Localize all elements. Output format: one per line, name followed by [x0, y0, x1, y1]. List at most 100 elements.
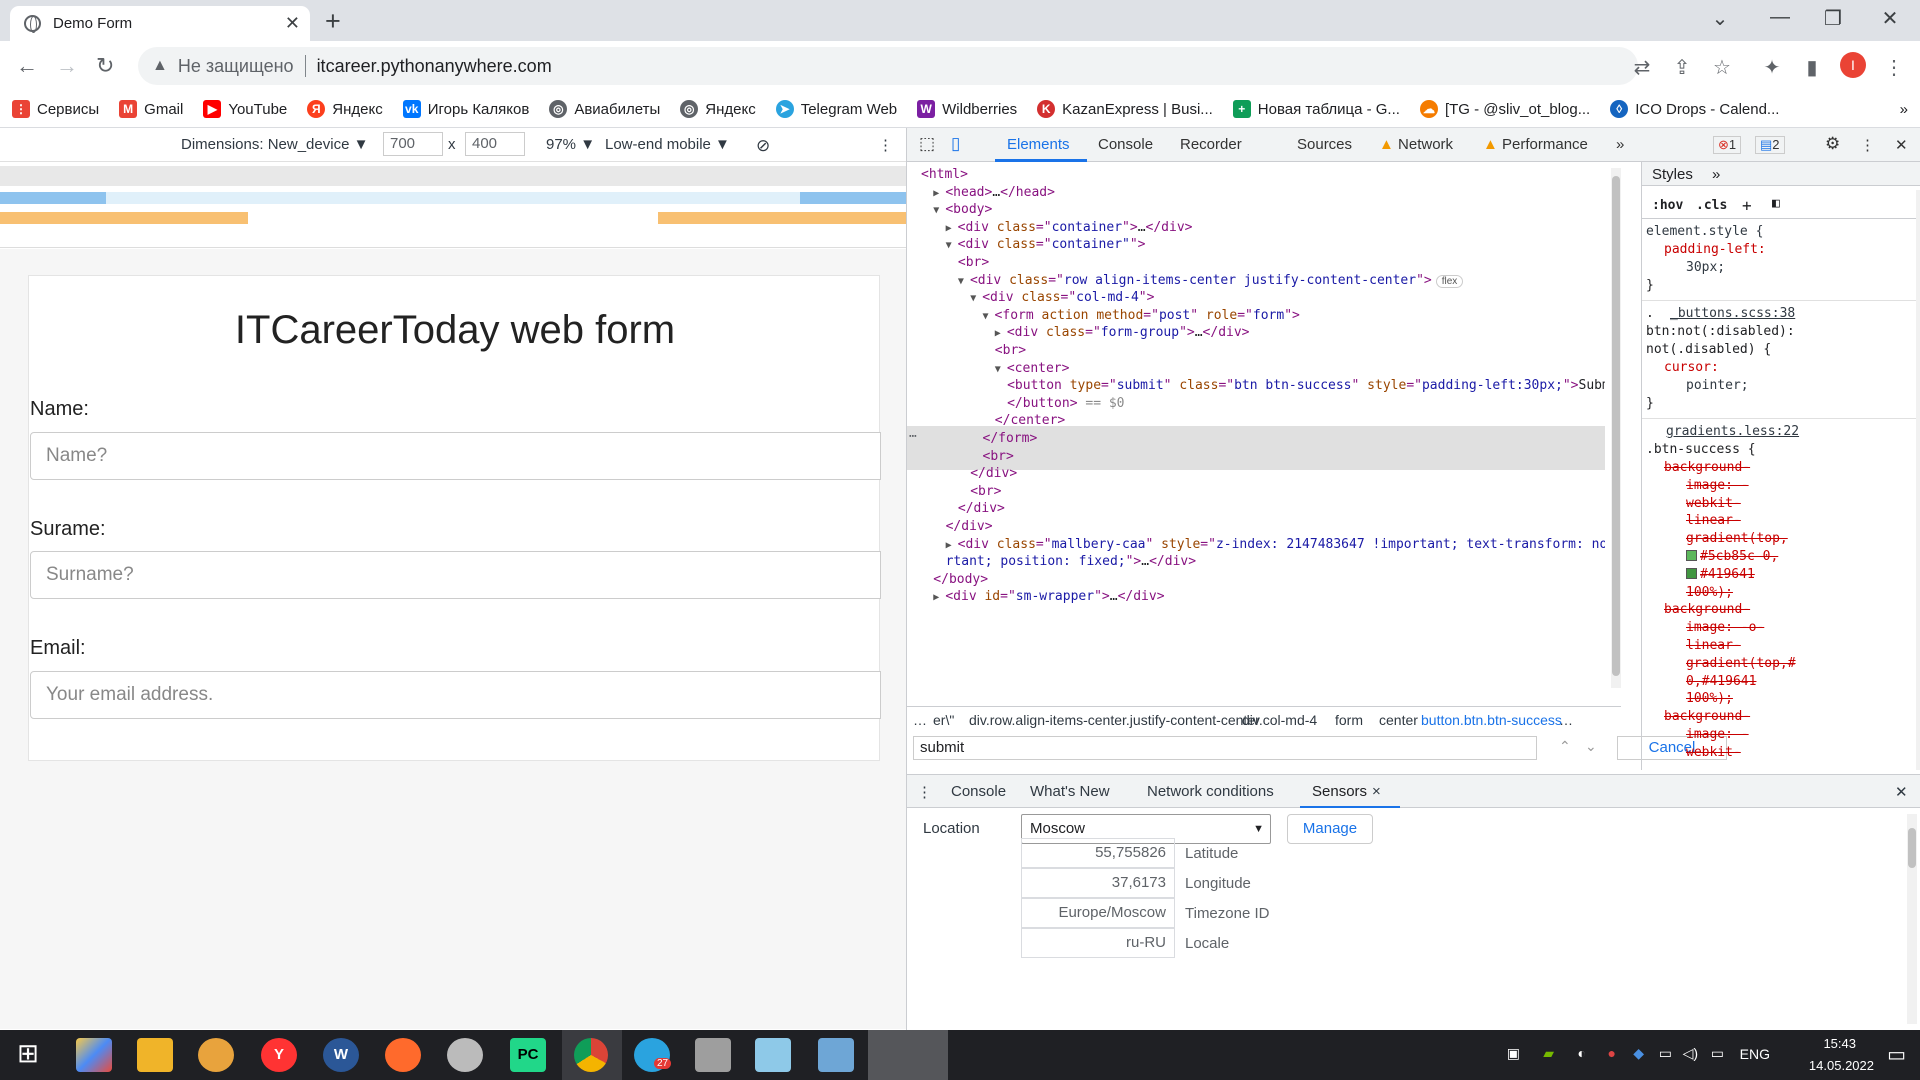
tab-elements[interactable]: Elements — [1007, 136, 1070, 153]
rotate-icon[interactable]: ⊘ — [756, 136, 770, 156]
expand-arrow-icon[interactable]: ▶ — [946, 223, 958, 234]
drawer-tab-whats-new[interactable]: What's New — [1030, 783, 1110, 800]
forward-button[interactable]: → — [56, 53, 78, 79]
expand-arrow-icon[interactable]: ▶ — [933, 188, 945, 199]
bookmark-item[interactable]: ◎ Авиабилеты — [549, 100, 660, 118]
notifications-icon[interactable]: ▭ — [1887, 1042, 1906, 1067]
breadcrumb-item[interactable]: … — [1559, 712, 1573, 728]
css-property[interactable]: padding-left: — [1664, 242, 1766, 257]
pycharm-icon[interactable]: PC — [510, 1038, 546, 1072]
device-height-input[interactable]: 400 — [465, 132, 525, 156]
overridden-css-line[interactable]: #419641 — [1686, 567, 1755, 582]
css-value[interactable]: pointer; — [1686, 378, 1749, 393]
overridden-css-line[interactable]: webkit- — [1686, 496, 1741, 511]
device-toggle-icon[interactable]: ▯ — [951, 134, 960, 154]
bookmark-item[interactable]: vk Игорь Каляков — [402, 100, 529, 118]
media-query-segment[interactable] — [0, 212, 248, 224]
bookmark-item[interactable]: ◎ Яндекс — [680, 100, 756, 118]
tab-styles[interactable]: Styles — [1652, 166, 1693, 183]
expand-arrow-icon[interactable]: ▼ — [958, 276, 970, 287]
yandex-browser-icon[interactable]: Y — [261, 1038, 297, 1072]
overridden-css-line[interactable]: 100%); — [1686, 691, 1733, 706]
chrome-taskbar-item[interactable] — [562, 1030, 622, 1080]
dom-node-line[interactable]: ▶ <div class="form-group">…</div> — [995, 322, 1250, 345]
share-icon[interactable]: ⇪ — [1668, 55, 1696, 80]
drawer-menu-icon[interactable]: ⋮ — [917, 783, 932, 801]
locale-input[interactable]: ru-RU — [1021, 928, 1175, 958]
close-drawer-icon[interactable]: ✕ — [1895, 783, 1908, 801]
device-more-icon[interactable]: ⋮ — [878, 136, 893, 154]
throttle-dropdown[interactable]: Low-end mobile ▼ — [605, 136, 730, 153]
start-windows-icon[interactable]: ⊞ — [10, 1038, 46, 1072]
drawer-tab-console[interactable]: Console — [951, 783, 1006, 800]
bookmark-item[interactable]: + Новая таблица - G... — [1232, 100, 1400, 118]
word-icon[interactable]: W — [323, 1038, 359, 1072]
dom-scrollbar[interactable] — [1611, 168, 1621, 688]
breadcrumb-item[interactable]: center — [1379, 712, 1418, 728]
translate-icon[interactable]: ⇄ — [1628, 55, 1656, 80]
overridden-css-line[interactable]: image: - — [1686, 478, 1749, 493]
overridden-css-line[interactable]: linear- — [1686, 638, 1741, 653]
overridden-css-line[interactable]: image: -o- — [1686, 620, 1764, 635]
bookmark-star-icon[interactable]: ☆ — [1708, 55, 1736, 80]
tab-performance[interactable]: ▲ Performance — [1483, 136, 1588, 153]
css-value[interactable]: 30px; — [1686, 260, 1725, 275]
tab-recorder[interactable]: Recorder — [1180, 136, 1242, 153]
dom-search-input[interactable]: submit — [913, 736, 1537, 760]
tray-blue-icon[interactable]: ◆ — [1633, 1045, 1644, 1062]
expand-arrow-icon[interactable]: ▼ — [946, 240, 958, 251]
back-button[interactable]: ← — [16, 53, 38, 79]
inspect-element-icon[interactable]: ⬚ — [919, 134, 935, 154]
timezone-input[interactable]: Europe/Moscow — [1021, 898, 1175, 928]
expand-arrow-icon[interactable]: ▶ — [946, 540, 958, 551]
css-source-link[interactable]: gradients.less:22 — [1666, 424, 1799, 439]
breadcrumb-item[interactable]: button.btn.btn-success — [1421, 712, 1562, 728]
side-panel-icon[interactable]: ▮ — [1798, 55, 1826, 80]
overridden-css-line[interactable]: 100%); — [1686, 585, 1733, 600]
dom-node-line[interactable]: ▶ <div id="sm-wrapper">…</div> — [933, 586, 1164, 609]
bookmark-item[interactable]: ▶ YouTube — [203, 100, 287, 118]
search-prev-icon[interactable]: ⌃ — [1559, 738, 1571, 755]
settings-gear-icon[interactable]: ⚙ — [1825, 134, 1840, 154]
reload-button[interactable]: ↻ — [96, 53, 114, 79]
zoom-dropdown[interactable]: 97% ▼ — [546, 136, 595, 153]
browser-tab[interactable]: Demo Form ✕ — [10, 6, 310, 41]
node-actions-icon[interactable]: ⋯ — [909, 426, 917, 448]
maximize-button[interactable]: ❐ — [1813, 6, 1853, 31]
tray-app-icon[interactable]: ▣ — [1507, 1045, 1520, 1062]
expand-arrow-icon[interactable]: ▶ — [995, 328, 1007, 339]
breadcrumb-item[interactable]: … — [913, 712, 927, 728]
overridden-css-line[interactable]: gradient(top, — [1686, 531, 1788, 546]
telegram-taskbar-icon[interactable]: 27 — [634, 1038, 672, 1072]
language-indicator[interactable]: ENG — [1740, 1046, 1770, 1062]
overridden-css-line[interactable]: background- — [1664, 709, 1750, 724]
message-count-badge[interactable]: ▤2 — [1755, 136, 1785, 154]
scroll-thumb[interactable] — [1908, 828, 1916, 868]
bookmark-item[interactable]: ◊ ICO Drops - Calend... — [1610, 100, 1779, 118]
menu-icon[interactable]: ⋮ — [1880, 55, 1908, 80]
overridden-css-line[interactable]: background- — [1664, 460, 1750, 475]
hover-state-toggle[interactable]: :hov — [1652, 198, 1683, 213]
new-tab-button[interactable]: + — [325, 6, 341, 37]
profile-avatar[interactable]: I — [1840, 52, 1866, 78]
active-taskbar-item[interactable] — [868, 1030, 948, 1080]
volume-icon[interactable]: ◁) — [1683, 1045, 1698, 1062]
app-icon-window[interactable] — [818, 1038, 854, 1072]
app-icon-color-diamond[interactable] — [76, 1038, 112, 1072]
drawer-tab-sensors[interactable]: Sensors — [1312, 783, 1367, 800]
clock-time[interactable]: 15:43 — [1823, 1036, 1856, 1051]
scroll-thumb[interactable] — [1612, 176, 1620, 676]
media-query-segment[interactable] — [0, 192, 106, 204]
network-icon[interactable]: ▭ — [1711, 1045, 1724, 1062]
clock-date[interactable]: 14.05.2022 — [1809, 1058, 1874, 1073]
color-swatch[interactable] — [1686, 567, 1697, 579]
app-icon-gray[interactable] — [447, 1038, 483, 1072]
tab-network[interactable]: ▲ Network — [1379, 136, 1453, 153]
color-swatch[interactable] — [1686, 550, 1697, 561]
tab-console[interactable]: Console — [1098, 136, 1153, 153]
flex-badge[interactable]: flex — [1435, 274, 1464, 288]
breadcrumb-item[interactable]: er\" — [933, 712, 954, 728]
battery-icon[interactable]: ▭ — [1659, 1045, 1672, 1062]
expand-arrow-icon[interactable]: ▼ — [983, 311, 995, 322]
tab-sources[interactable]: Sources — [1297, 136, 1352, 153]
